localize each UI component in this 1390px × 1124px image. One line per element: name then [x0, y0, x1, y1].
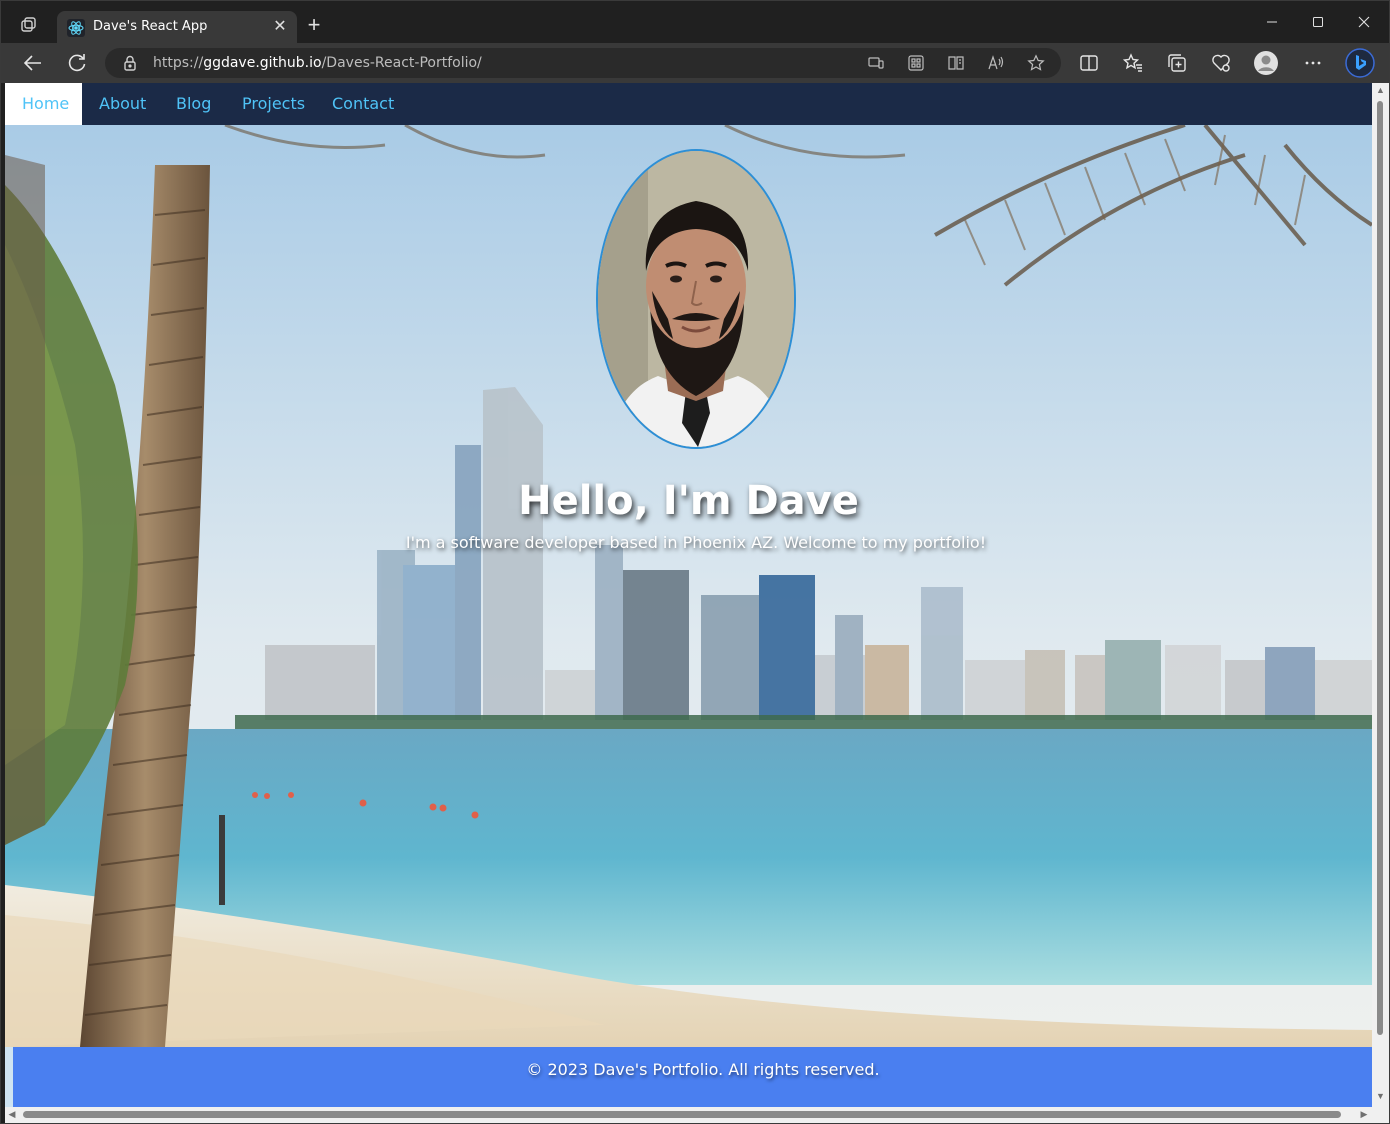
nav-blog-link[interactable]: Blog — [159, 83, 228, 125]
more-options-icon[interactable] — [1301, 51, 1325, 75]
vertical-scroll-thumb[interactable] — [1377, 101, 1383, 1035]
title-bar: Dave's React App ✕ + — [1, 1, 1389, 44]
favorite-star-icon[interactable] — [1027, 54, 1045, 72]
browser-window: Dave's React App ✕ + https://ggdave.gith… — [0, 0, 1390, 1124]
react-logo-icon — [67, 19, 85, 37]
split-screen-icon[interactable] — [1077, 51, 1101, 75]
favorites-icon[interactable] — [1121, 51, 1145, 75]
minimize-icon[interactable] — [1257, 11, 1287, 35]
footer-copyright: © 2023 Dave's Portfolio. All rights rese… — [526, 1060, 880, 1079]
horizontal-scrollbar[interactable]: ◀ ▶ — [5, 1107, 1372, 1123]
nav-home-link[interactable]: Home — [5, 83, 82, 125]
new-tab-button[interactable]: + — [303, 14, 325, 37]
hero-section: Hello, I'm Dave I'm a software developer… — [5, 125, 1372, 1047]
immersive-reader-icon[interactable] — [947, 54, 965, 72]
workspaces-icon[interactable] — [19, 15, 39, 35]
nav-projects-link[interactable]: Projects — [225, 83, 322, 125]
profile-avatar-icon[interactable] — [1253, 50, 1279, 76]
scroll-down-arrow-icon[interactable]: ▼ — [1372, 1091, 1389, 1101]
close-tab-icon[interactable]: ✕ — [271, 18, 289, 36]
page-viewport: Home About Blog Projects Contact Hello, … — [5, 83, 1372, 1107]
person-portrait-image — [598, 151, 794, 447]
hero-subheading: I'm a software developer based in Phoeni… — [405, 533, 987, 552]
maximize-icon[interactable] — [1303, 11, 1333, 35]
scrollbar-corner — [1372, 1107, 1389, 1123]
read-aloud-icon[interactable] — [987, 54, 1005, 72]
lock-icon[interactable] — [123, 55, 137, 71]
collections-icon[interactable] — [1165, 51, 1189, 75]
address-bar[interactable]: https://ggdave.github.io/Daves-React-Por… — [105, 48, 1061, 78]
site-footer: © 2023 Dave's Portfolio. All rights rese… — [13, 1047, 1372, 1107]
nav-contact-link[interactable]: Contact — [315, 83, 411, 125]
browser-toolbar: https://ggdave.github.io/Daves-React-Por… — [1, 43, 1389, 83]
url-text[interactable]: https://ggdave.github.io/Daves-React-Por… — [153, 55, 482, 71]
horizontal-scroll-thumb[interactable] — [23, 1111, 1341, 1118]
refresh-icon[interactable] — [65, 51, 89, 75]
site-navbar: Home About Blog Projects Contact — [5, 83, 1372, 125]
scroll-left-arrow-icon[interactable]: ◀ — [5, 1109, 19, 1120]
browser-tab-active[interactable]: Dave's React App ✕ — [57, 11, 297, 44]
vertical-scrollbar[interactable]: ▲ ▼ — [1372, 83, 1389, 1107]
close-window-icon[interactable] — [1349, 11, 1379, 35]
app-available-icon[interactable] — [867, 54, 885, 72]
nav-about-link[interactable]: About — [82, 83, 163, 125]
scroll-right-arrow-icon[interactable]: ▶ — [1357, 1109, 1371, 1120]
profile-photo — [596, 149, 796, 449]
bing-copilot-icon[interactable] — [1345, 48, 1375, 78]
back-arrow-icon[interactable] — [21, 51, 45, 75]
browser-essentials-icon[interactable] — [1209, 51, 1233, 75]
scroll-up-arrow-icon[interactable]: ▲ — [1372, 85, 1389, 95]
tab-title: Dave's React App — [93, 19, 208, 34]
extensions-grid-icon[interactable] — [907, 54, 925, 72]
hero-heading: Hello, I'm Dave — [518, 478, 859, 524]
